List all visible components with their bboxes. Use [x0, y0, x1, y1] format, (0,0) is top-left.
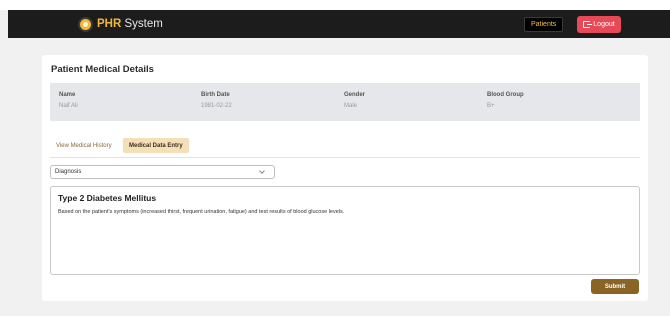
brand[interactable]: PHR System: [80, 10, 163, 38]
record-type-select[interactable]: Diagnosis: [50, 165, 275, 179]
chevron-down-icon: [259, 168, 265, 174]
logout-icon: [583, 21, 593, 28]
birth-date-label: Birth Date: [201, 92, 230, 98]
tab-history-label: View Medical History: [56, 142, 112, 149]
patient-details-card: Patient Medical Details Name Naif Ali Bi…: [42, 55, 648, 301]
page-title: Patient Medical Details: [51, 64, 154, 75]
name-label: Name: [59, 92, 76, 98]
diagnosis-title: Type 2 Diabetes Mellitus: [58, 193, 157, 203]
tab-bar: View Medical History Medical Data Entry: [50, 138, 640, 158]
record-type-value: Diagnosis: [55, 169, 82, 175]
patient-info-box: Name Naif Ali Birth Date 1981-02-22 Gend…: [50, 83, 640, 121]
blood-group-label: Blood Group: [487, 92, 524, 98]
gender-column: Gender Male: [344, 92, 365, 109]
gender-label: Gender: [344, 92, 366, 98]
patients-label: Patients: [531, 21, 557, 28]
brand-rest: System: [121, 18, 163, 30]
blood-group-column: Blood Group B+: [487, 92, 524, 109]
gender-value: Male: [344, 103, 358, 109]
diagnosis-textarea[interactable]: Type 2 Diabetes Mellitus Based on the pa…: [50, 186, 640, 275]
diagnosis-text: Based on the patient's symptoms (increas…: [58, 209, 345, 215]
submit-label: Submit: [604, 283, 626, 290]
page-top-strip: [0, 0, 670, 10]
brand-accent: PHR: [97, 18, 122, 30]
tab-view-medical-history[interactable]: View Medical History: [50, 138, 118, 153]
logout-button[interactable]: Logout: [577, 16, 621, 33]
birth-date-column: Birth Date 1981-02-22: [201, 92, 232, 109]
birth-date-value: 1981-02-22: [201, 103, 232, 109]
brand-text: PHR System: [97, 18, 163, 30]
submit-button[interactable]: Submit: [591, 279, 639, 294]
tab-entry-label: Medical Data Entry: [129, 142, 183, 149]
sun-logo-icon: [80, 18, 91, 30]
top-navbar: PHR System Patients Logout: [8, 10, 670, 38]
patients-nav-button[interactable]: Patients: [524, 17, 564, 32]
name-value: Naif Ali: [59, 103, 78, 109]
tab-medical-data-entry[interactable]: Medical Data Entry: [123, 138, 189, 153]
name-column: Name Naif Ali: [59, 92, 78, 109]
blood-group-value: B+: [487, 103, 495, 109]
logout-label: Logout: [593, 21, 615, 28]
